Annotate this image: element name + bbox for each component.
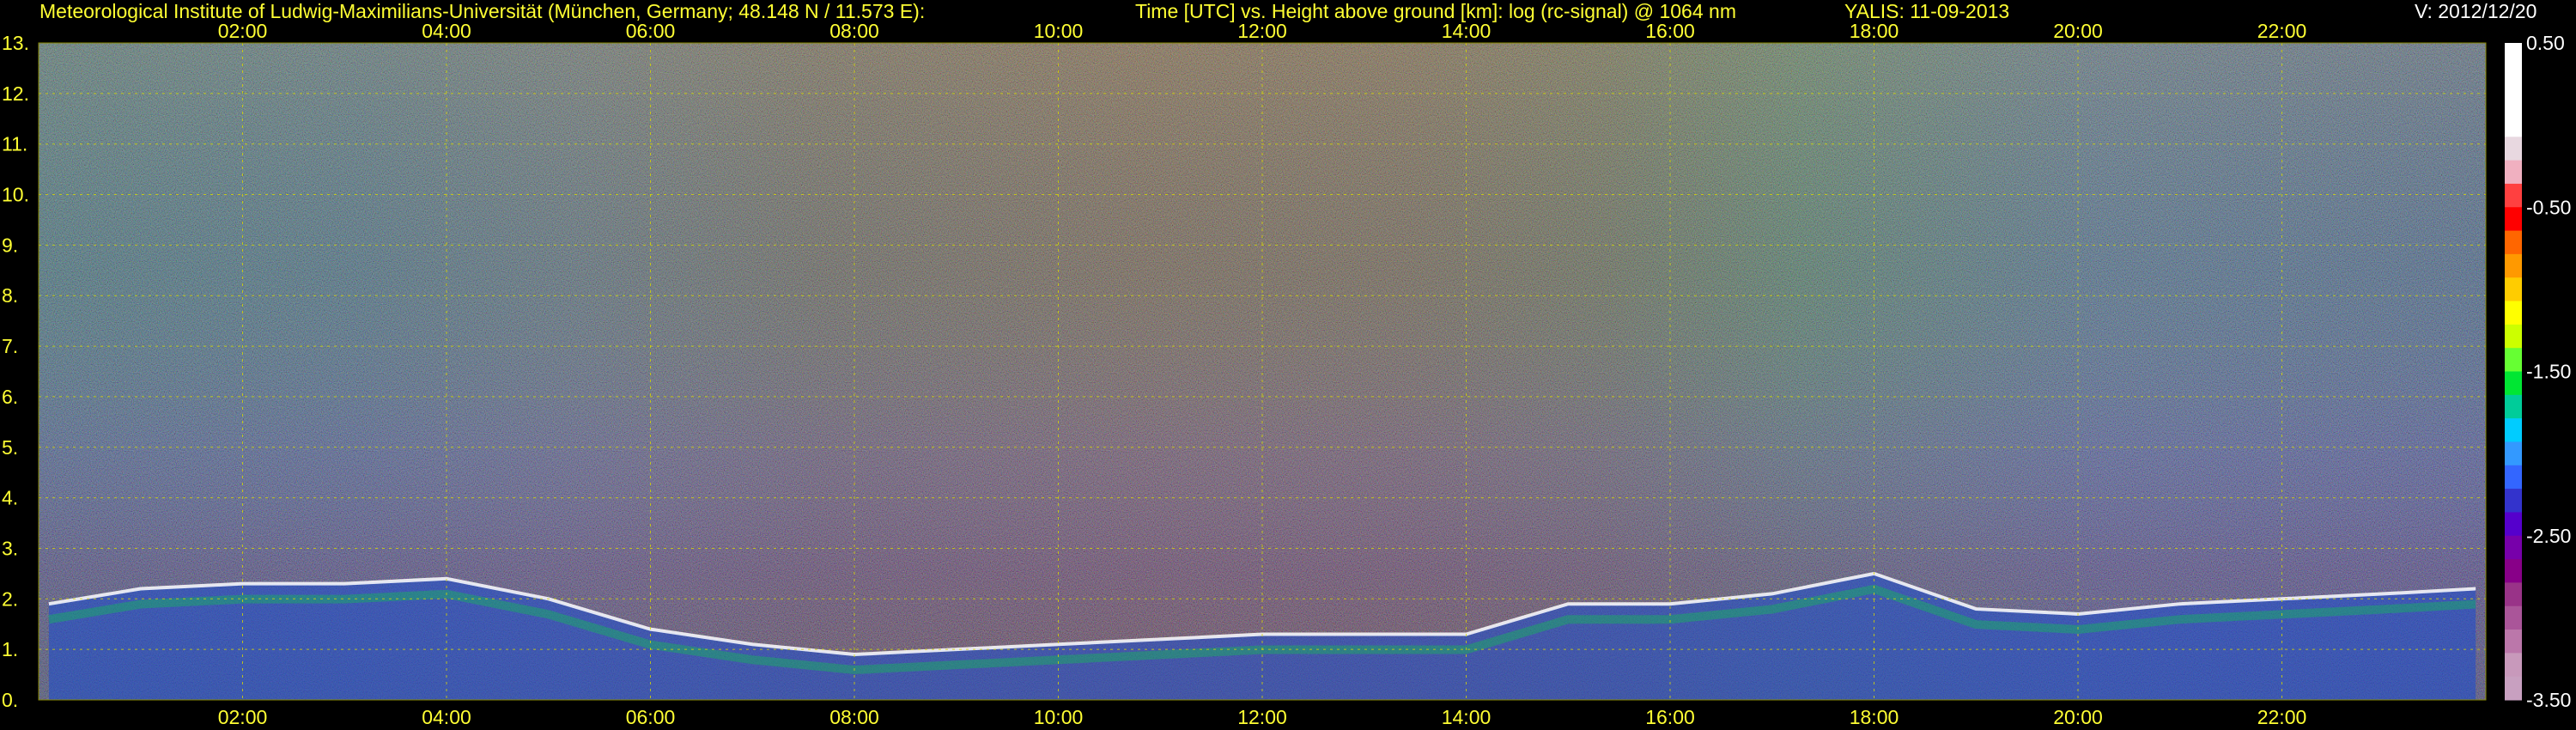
colorbar-swatch	[2505, 43, 2522, 67]
colorbar-swatch	[2505, 183, 2522, 208]
y-tick-label: 13.	[2, 32, 29, 54]
x-tick-label-top: 14:00	[1442, 20, 1492, 42]
colorbar-swatch	[2505, 113, 2522, 137]
colorbar-swatch	[2505, 441, 2522, 466]
y-axis: 0. 1. 2. 3. 4. 5. 6. 7. 8. 9. 10. 11. 12. 13.	[2, 32, 29, 711]
x-tick-label-bottom: 04:00	[422, 706, 471, 728]
x-tick-label-bottom: 20:00	[2053, 706, 2103, 728]
colorbar-swatch	[2505, 394, 2522, 419]
y-tick-label: 8.	[2, 284, 18, 307]
header-version: V: 2012/12/20	[2415, 0, 2537, 22]
colorbar-swatch	[2505, 348, 2522, 372]
x-tick-label-top: 16:00	[1645, 20, 1695, 42]
header-institute: Meteorological Institute of Ludwig-Maxim…	[39, 0, 926, 22]
y-tick-label: 12.	[2, 82, 29, 105]
colorbar-swatch	[2505, 653, 2522, 678]
colorbar-swatch	[2505, 465, 2522, 490]
y-tick-label: 10.	[2, 184, 29, 206]
colorbar-swatch	[2505, 324, 2522, 349]
colorbar-label: -1.50	[2526, 361, 2571, 383]
colorbar-swatch	[2505, 605, 2522, 630]
colorbar-swatch	[2505, 207, 2522, 232]
lidar-plot: 0. 1. 2. 3. 4. 5. 6. 7. 8. 9. 10. 11. 12. 13. 02:00 04…	[2, 20, 2571, 728]
x-tick-label-bottom: 14:00	[1442, 706, 1492, 728]
x-tick-label-top: 08:00	[829, 20, 879, 42]
x-tick-label-top: 06:00	[626, 20, 676, 42]
header-instrument: YALIS: 11-09-2013	[1844, 0, 2010, 22]
x-tick-label-top: 20:00	[2053, 20, 2103, 42]
colorbar-label: -3.50	[2526, 689, 2571, 711]
x-tick-label-bottom: 02:00	[218, 706, 268, 728]
colorbar-swatch	[2505, 676, 2522, 701]
y-tick-label: 0.	[2, 689, 18, 711]
colorbar-label: 0.50	[2526, 32, 2565, 54]
y-tick-label: 3.	[2, 537, 18, 559]
colorbar-swatch	[2505, 137, 2522, 161]
x-tick-label-top: 02:00	[218, 20, 268, 42]
y-tick-label: 7.	[2, 335, 18, 357]
colorbar-swatch	[2505, 230, 2522, 255]
y-tick-label: 4.	[2, 487, 18, 509]
y-tick-label: 5.	[2, 436, 18, 459]
colorbar-swatch	[2505, 559, 2522, 583]
x-tick-label-top: 12:00	[1237, 20, 1287, 42]
colorbar-swatch	[2505, 418, 2522, 442]
x-tick-label-bottom: 06:00	[626, 706, 676, 728]
x-tick-label-bottom: 18:00	[1850, 706, 1899, 728]
x-tick-label-top: 22:00	[2257, 20, 2307, 42]
x-tick-label-bottom: 22:00	[2257, 706, 2307, 728]
colorbar-label: -0.50	[2526, 196, 2571, 218]
x-tick-label-bottom: 12:00	[1237, 706, 1287, 728]
colorbar: 0.50 -0.50 -1.50 -2.50 -3.50	[2505, 32, 2571, 711]
colorbar-swatch	[2505, 66, 2522, 91]
y-tick-label: 11.	[2, 133, 27, 155]
colorbar-swatch	[2505, 535, 2522, 560]
colorbar-swatch	[2505, 160, 2522, 185]
x-tick-label-top: 10:00	[1034, 20, 1084, 42]
colorbar-swatch	[2505, 253, 2522, 278]
colorbar-swatch	[2505, 371, 2522, 396]
y-tick-label: 1.	[2, 638, 18, 660]
x-axis-bottom: 02:00 04:00 06:00 08:00 10:00 12:00 14:00 16:00…	[218, 706, 2307, 728]
colorbar-swatch	[2505, 489, 2522, 513]
x-tick-label-top: 18:00	[1850, 20, 1899, 42]
colorbar-swatch	[2505, 277, 2522, 302]
x-axis-top: 02:00 04:00 06:00 08:00 10:00 12:00 14:00 16:00…	[218, 20, 2307, 42]
x-tick-label-top: 04:00	[422, 20, 471, 42]
colorbar-swatch	[2505, 301, 2522, 325]
x-tick-label-bottom: 16:00	[1645, 706, 1695, 728]
y-tick-label: 2.	[2, 587, 18, 610]
x-tick-label-bottom: 08:00	[829, 706, 879, 728]
colorbar-swatch	[2505, 512, 2522, 537]
colorbar-swatch	[2505, 630, 2522, 654]
colorbar-swatch	[2505, 582, 2522, 607]
plot-area	[38, 42, 2487, 701]
colorbar-label: -2.50	[2526, 525, 2571, 547]
y-tick-label: 9.	[2, 234, 18, 256]
y-tick-label: 6.	[2, 386, 18, 408]
x-tick-label-bottom: 10:00	[1034, 706, 1084, 728]
header-description: Time [UTC] vs. Height above ground [km]:…	[1135, 0, 1736, 22]
colorbar-swatch	[2505, 89, 2522, 114]
